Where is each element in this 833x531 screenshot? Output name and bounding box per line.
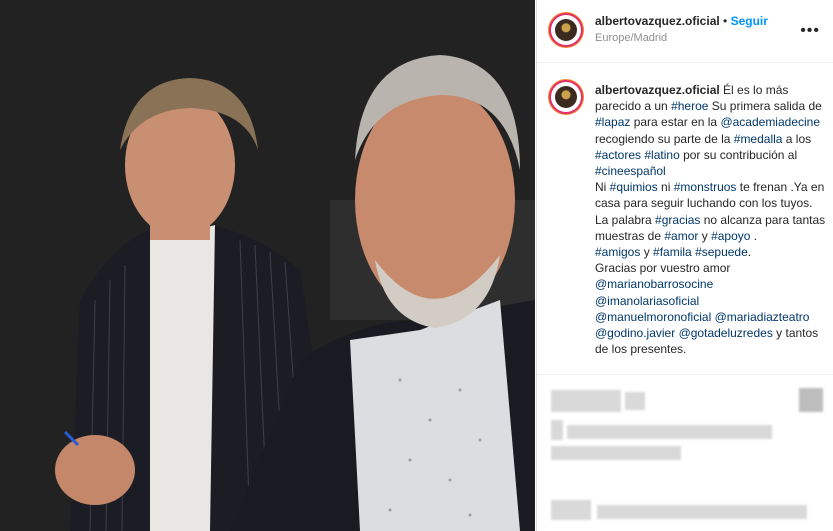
- hashtag-link[interactable]: #actores: [595, 148, 641, 162]
- hashtag-link[interactable]: #gracias: [655, 213, 700, 227]
- mention-link[interactable]: @gotadeluzredes: [679, 326, 773, 340]
- caption-text-segment: .: [753, 228, 758, 243]
- follow-button[interactable]: Seguir: [731, 14, 768, 28]
- hashtag-link[interactable]: #latino: [644, 148, 679, 162]
- post-header: albertovazquez.oficial • Seguir Europe/M…: [537, 0, 833, 63]
- hashtag-link[interactable]: #quimios: [610, 180, 658, 194]
- photo-illustration: [0, 0, 535, 531]
- hashtag-link[interactable]: #heroe: [671, 99, 708, 113]
- caption-text-segment: Ni: [595, 180, 607, 195]
- mention-link[interactable]: @imanolariasoficial: [595, 294, 699, 308]
- hashtag-link[interactable]: #famila: [653, 245, 692, 259]
- hashtag-link[interactable]: #cineespañol: [595, 164, 666, 178]
- caption-username[interactable]: albertovazquez.oficial: [595, 83, 720, 97]
- mention-link[interactable]: @academiadecine: [720, 115, 820, 129]
- caption-text-segment: y: [640, 245, 654, 260]
- header-title-row: albertovazquez.oficial • Seguir: [595, 14, 768, 28]
- dot-separator: •: [723, 14, 731, 28]
- mention-link[interactable]: @godino.javier: [595, 326, 675, 340]
- hashtag-link[interactable]: #lapaz: [595, 115, 630, 129]
- hashtag-link[interactable]: #amigos: [595, 245, 640, 259]
- hashtag-link[interactable]: #monstruos: [674, 180, 737, 194]
- post-location[interactable]: Europe/Madrid: [595, 32, 667, 44]
- author-avatar[interactable]: [551, 15, 581, 45]
- more-options-icon[interactable]: •••: [800, 22, 820, 40]
- post-photo[interactable]: [0, 0, 535, 531]
- author-username[interactable]: albertovazquez.oficial: [595, 14, 720, 28]
- section-divider: [537, 374, 833, 375]
- caption-text-segment: ni: [657, 180, 674, 195]
- caption-text-segment: y: [698, 228, 712, 243]
- caption-text: albertovazquez.oficial Él es lo más pare…: [595, 82, 827, 357]
- hashtag-link[interactable]: #amor: [664, 229, 698, 243]
- caption-text-segment: por su contribución al: [679, 147, 801, 162]
- mention-link[interactable]: @manuelmoronoficial: [595, 310, 711, 324]
- caption-body: Él es lo más parecido a un #heroe Su pri…: [595, 83, 829, 356]
- comments-scroll-area[interactable]: albertovazquez.oficial Él es lo más pare…: [537, 62, 833, 374]
- mention-link[interactable]: @marianobarrosocine: [595, 277, 713, 291]
- post-sidebar: albertovazquez.oficial • Seguir Europe/M…: [536, 0, 833, 531]
- hashtag-link[interactable]: #medalla: [734, 132, 783, 146]
- hashtag-link[interactable]: #sepuede: [695, 245, 748, 259]
- mention-link[interactable]: @mariadiazteatro: [715, 310, 810, 324]
- caption-avatar[interactable]: [551, 82, 581, 112]
- caption-text-segment: para estar en la: [630, 115, 721, 130]
- caption-text-segment: Su primera salida de: [708, 99, 826, 114]
- hashtag-link[interactable]: #apoyo: [711, 229, 750, 243]
- caption-text-segment: a los: [782, 131, 815, 146]
